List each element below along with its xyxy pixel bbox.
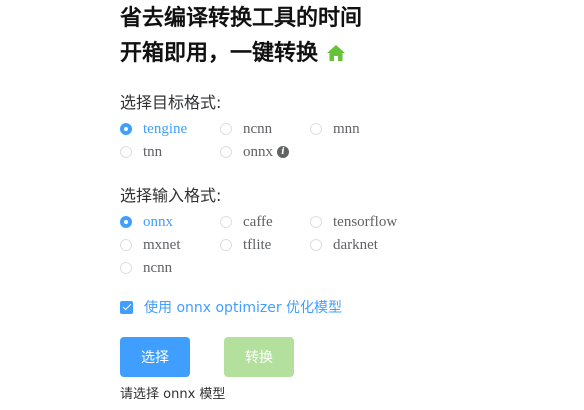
- input-format-label: 选择输入格式:: [120, 186, 222, 205]
- radio-input-onnx[interactable]: onnx: [120, 212, 173, 232]
- radio-input-caffe[interactable]: caffe: [220, 212, 273, 232]
- radio-label: darknet: [333, 236, 378, 253]
- radio-label: onnx: [143, 213, 173, 230]
- target-format-label: 选择目标格式:: [120, 93, 222, 112]
- home-icon: [326, 41, 346, 71]
- radio-dot: [310, 216, 322, 228]
- radio-target-tnn[interactable]: tnn: [120, 142, 162, 162]
- radio-input-ncnn[interactable]: ncnn: [120, 258, 172, 278]
- convert-button[interactable]: 转换: [224, 337, 294, 377]
- checkbox-checked-icon: [120, 300, 133, 314]
- radio-dot: [310, 239, 322, 251]
- radio-label: tflite: [243, 236, 272, 253]
- radio-label: mnn: [333, 120, 360, 137]
- radio-label: mxnet: [143, 236, 181, 253]
- radio-input-tflite[interactable]: tflite: [220, 235, 271, 255]
- radio-dot: [220, 239, 232, 251]
- radio-dot: [220, 123, 232, 135]
- radio-dot: [120, 262, 132, 274]
- radio-target-ncnn[interactable]: ncnn: [220, 119, 272, 139]
- radio-dot: [120, 146, 132, 158]
- radio-target-onnx[interactable]: onnx i: [220, 142, 289, 162]
- radio-dot: [120, 239, 132, 251]
- headline-line-2: 开箱即用，一键转换: [120, 39, 346, 71]
- radio-dot: [220, 146, 232, 158]
- radio-input-darknet[interactable]: darknet: [310, 235, 378, 255]
- radio-input-tensorflow[interactable]: tensorflow: [310, 212, 397, 232]
- status-text: 请选择 onnx 模型: [120, 387, 226, 402]
- radio-label: tnn: [143, 143, 163, 160]
- radio-dot-checked: [120, 216, 132, 228]
- radio-label: caffe: [243, 213, 273, 230]
- info-icon[interactable]: i: [277, 146, 289, 158]
- select-button[interactable]: 选择: [120, 337, 190, 377]
- headline-line-2-text: 开箱即用，一键转换: [120, 41, 319, 66]
- radio-label: onnx: [243, 143, 273, 160]
- radio-label: ncnn: [243, 120, 273, 137]
- radio-label: tengine: [143, 120, 188, 137]
- radio-target-tengine[interactable]: tengine: [120, 119, 187, 139]
- radio-label: ncnn: [143, 259, 173, 276]
- radio-dot: [310, 123, 322, 135]
- radio-target-mnn[interactable]: mnn: [310, 119, 360, 139]
- headline-line-1: 省去编译转换工具的时间: [120, 6, 363, 31]
- radio-dot: [220, 216, 232, 228]
- radio-dot-checked: [120, 123, 132, 135]
- radio-label: tensorflow: [333, 213, 398, 230]
- radio-input-mxnet[interactable]: mxnet: [120, 235, 181, 255]
- onnx-optimizer-label: 使用 onnx optimizer 优化模型: [144, 300, 343, 316]
- onnx-optimizer-checkbox[interactable]: 使用 onnx optimizer 优化模型: [120, 297, 342, 317]
